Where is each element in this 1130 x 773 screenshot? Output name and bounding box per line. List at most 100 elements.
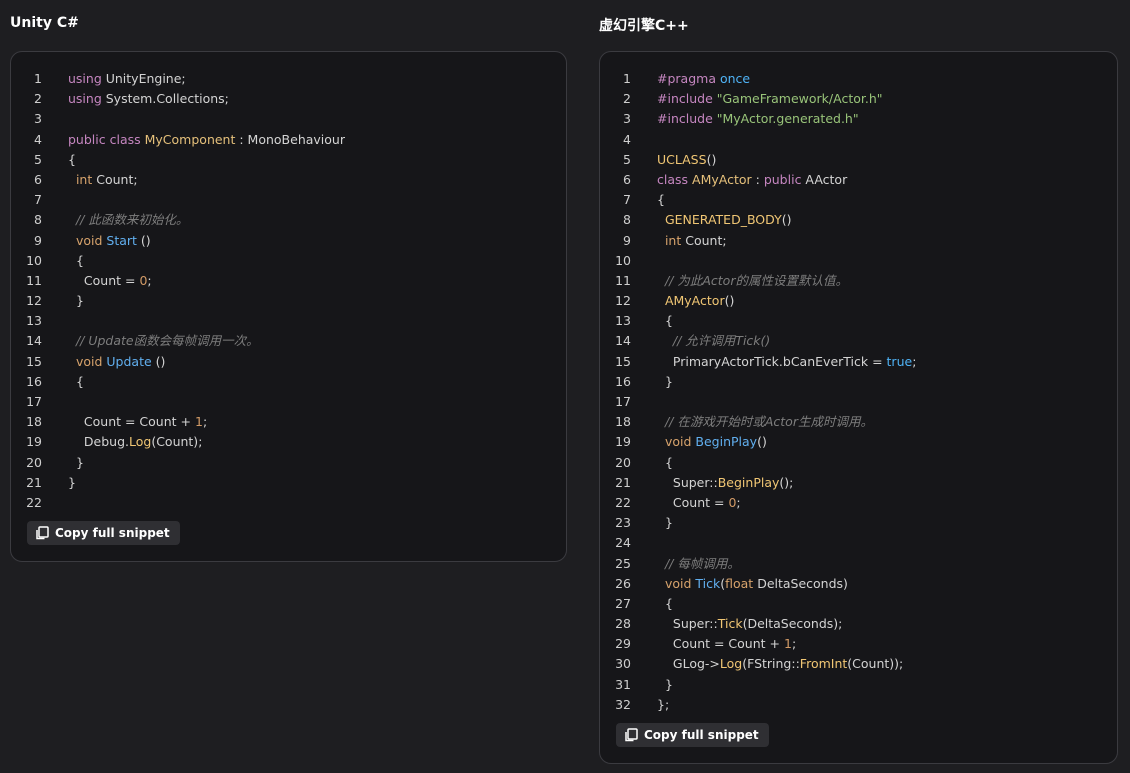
type-keyword: void [75,232,103,248]
line-content: PrimaryActorTick.bCanEverTick = true; [657,352,917,372]
code-text: Super:: [657,474,718,490]
code-line: 28 Super::Tick(DeltaSeconds); [600,614,1117,634]
keyword: #include [657,91,713,107]
line-content: Count = 0; [68,271,152,291]
type-keyword: int [664,232,682,248]
code-line: 27 { [600,594,1117,614]
code-text: ; [736,494,741,510]
code-line: 22 [11,493,566,513]
code-text: () [136,232,151,248]
code-text: } [68,454,84,470]
line-number: 4 [623,131,631,147]
line-content: // Update函数会每帧调用一次。 [68,331,259,351]
code-line: 1 using UnityEngine; [11,69,566,89]
line-number: 25 [615,555,631,571]
line-number: 10 [26,252,42,268]
line-content: using System.Collections; [68,89,229,109]
unreal-cpp-code-block: 1 #pragma once 2 #include "GameFramework/Ac… [600,69,1117,715]
line-number: 15 [26,353,42,369]
keyword: class [657,171,689,187]
line-content: } [68,291,84,311]
code-line: 13 { [600,311,1117,331]
copy-snippet-button-right[interactable]: Copy full snippet [616,723,769,747]
string-literal: "GameFramework/Actor.h" [716,91,883,107]
code-line: 2 #include "GameFramework/Actor.h" [600,89,1117,109]
line-number: 28 [615,616,631,632]
line-content: GLog->Log(FString::FromInt(Count)); [657,654,903,674]
code-line: 4 public class MyComponent : MonoBehaviou… [11,130,566,150]
code-text: () [706,151,717,167]
line-content: // 为此Actor的属性设置默认值。 [657,271,848,291]
code-text: (DeltaSeconds); [742,616,843,632]
macro-name: Log [719,656,743,672]
code-text: ; [147,272,152,288]
line-number: 13 [26,313,42,329]
code-line: 11 Count = 0; [11,271,566,291]
code-text: { [657,192,665,208]
code-text: } [657,676,673,692]
macro-name: UCLASS [657,151,707,167]
code-line: 9 void Start () [11,231,566,251]
macro-name: AMyActor [664,293,725,309]
line-number: 21 [26,474,42,490]
code-text: (Count)); [847,656,904,672]
code-text: () [757,434,767,450]
line-number: 30 [615,656,631,672]
line-content: { [657,453,673,473]
code-text: (Count); [151,434,203,450]
line-number: 14 [615,333,631,349]
line-content: public class MyComponent : MonoBehaviour [68,130,345,150]
line-number: 23 [615,515,631,531]
line-number: 17 [26,394,42,409]
line-number: 9 [34,232,42,248]
line-content: } [657,372,673,392]
code-line: 1 #pragma once [600,69,1117,89]
code-text: { [68,373,84,389]
unity-csharp-code-panel: 1 using UnityEngine; 2 using System.Collect… [10,51,567,562]
code-text: } [68,474,76,490]
number-literal: 1 [194,414,203,430]
code-text: PrimaryActorTick.bCanEverTick = [657,353,887,369]
code-text: } [657,373,673,389]
code-line: 19 void BeginPlay() [600,432,1117,452]
code-line: 18 Count = Count + 1; [11,412,566,432]
line-content: }; [657,695,669,715]
code-line: 6 class AMyActor : public AActor [600,170,1117,190]
line-number: 10 [615,252,631,268]
code-line: 2 using System.Collections; [11,89,566,109]
code-line: 24 [600,533,1117,553]
macro-name: Tick [717,616,743,632]
code-text: } [657,515,673,531]
line-number: 26 [615,575,631,591]
line-number: 24 [615,535,631,551]
comment: // 允许调用Tick() [672,333,771,349]
code-text: Count = [68,272,140,288]
comment: // 为此Actor的属性设置默认值。 [664,272,848,288]
code-text: Debug. [68,434,129,450]
line-number: 32 [615,696,631,712]
boolean-literal: once [719,71,751,86]
code-line: 15 void Update () [11,352,566,372]
code-text: : [751,171,764,187]
line-number: 13 [615,313,631,329]
line-number: 27 [615,595,631,611]
code-text: (); [779,474,794,490]
code-text: { [657,454,673,470]
line-content: } [657,513,673,533]
line-number: 14 [26,333,42,349]
line-number: 31 [615,676,631,692]
line-number: 21 [615,474,631,490]
copy-snippet-button-left[interactable]: Copy full snippet [27,521,180,545]
copy-icon [36,526,49,540]
comment: // 在游戏开始时或Actor生成时调用。 [664,414,873,430]
code-text: AActor [801,171,848,187]
code-line: 15 PrimaryActorTick.bCanEverTick = true; [600,352,1117,372]
code-text: Count; [92,171,138,187]
code-line: 12 AMyActor() [600,291,1117,311]
line-content: void Update () [68,352,165,372]
line-content: } [68,453,84,473]
